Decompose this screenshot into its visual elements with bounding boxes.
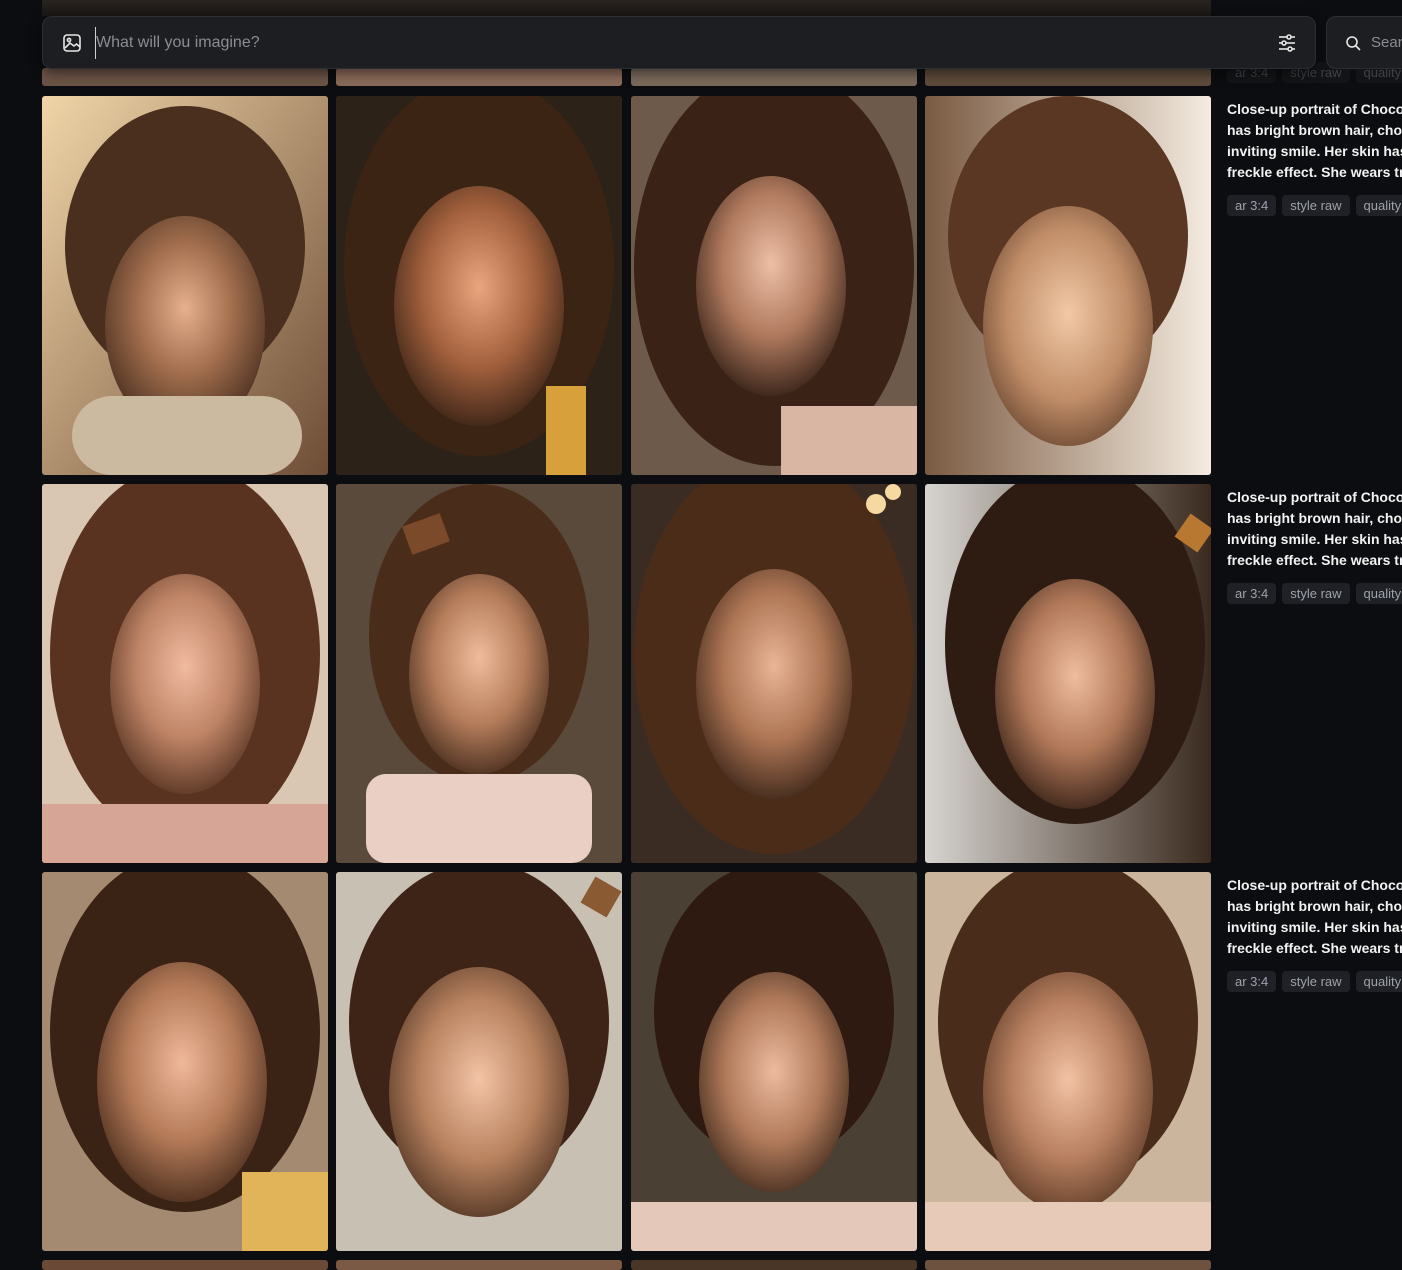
search-input[interactable] <box>1369 33 1402 52</box>
prompt-line[interactable]: inviting smile. Her skin has <box>1227 141 1402 162</box>
image-tile[interactable] <box>631 96 917 475</box>
image-tile[interactable] <box>336 96 622 475</box>
tag-style[interactable]: style raw <box>1282 971 1350 992</box>
image-tile[interactable] <box>925 484 1211 863</box>
prompt-line[interactable]: freckle effect. She wears tr <box>1227 550 1402 571</box>
tag-aspect-ratio[interactable]: ar 3:4 <box>1227 583 1277 604</box>
partial-image-tile[interactable] <box>631 68 917 86</box>
image-tile[interactable] <box>42 96 328 475</box>
prompt-block: Close-up portrait of Choco has bright br… <box>1227 875 1402 992</box>
tag-aspect-ratio[interactable]: ar 3:4 <box>1227 195 1277 216</box>
prompt-line[interactable]: Close-up portrait of Choco <box>1227 99 1402 120</box>
image-tile[interactable] <box>631 484 917 863</box>
tag-quality[interactable]: quality <box>1355 195 1402 216</box>
prompt-line[interactable]: has bright brown hair, choc <box>1227 896 1402 917</box>
image-icon[interactable] <box>61 32 83 54</box>
prompt-block: Close-up portrait of Choco has bright br… <box>1227 487 1402 604</box>
partial-image-tile[interactable] <box>631 1260 917 1270</box>
tag-quality[interactable]: quality <box>1355 971 1402 992</box>
prompt-line[interactable]: Close-up portrait of Choco <box>1227 875 1402 896</box>
prompt-line[interactable]: has bright brown hair, choc <box>1227 120 1402 141</box>
tag-quality[interactable]: quality <box>1355 583 1402 604</box>
prompt-line[interactable]: freckle effect. She wears tr <box>1227 162 1402 183</box>
partial-image-tile[interactable] <box>336 1260 622 1270</box>
search-icon[interactable] <box>1345 34 1361 52</box>
prompt-line[interactable]: has bright brown hair, choc <box>1227 508 1402 529</box>
image-tile[interactable] <box>42 872 328 1251</box>
prompt-line[interactable]: inviting smile. Her skin has <box>1227 917 1402 938</box>
prompt-tags: ar 3:4 style raw quality <box>1227 195 1402 216</box>
image-tile[interactable] <box>42 484 328 863</box>
prompt-tags: ar 3:4 style raw quality <box>1227 583 1402 604</box>
tag-style[interactable]: style raw <box>1282 583 1350 604</box>
settings-sliders-icon[interactable] <box>1275 31 1299 55</box>
partial-image-tile[interactable] <box>925 1260 1211 1270</box>
image-tile[interactable] <box>336 872 622 1251</box>
prompt-tags: ar 3:4 style raw quality <box>1227 971 1402 992</box>
gallery-page: ar 3:4 style raw quality What will you i… <box>0 0 1402 1270</box>
partial-image-tile[interactable] <box>42 1260 328 1270</box>
partial-image-row-top <box>42 0 1211 16</box>
image-tile[interactable] <box>336 484 622 863</box>
partial-image-tile[interactable] <box>42 68 328 86</box>
prompt-line[interactable]: freckle effect. She wears tr <box>1227 938 1402 959</box>
imagine-bar <box>42 16 1316 69</box>
partial-image-tile[interactable] <box>925 68 1211 86</box>
prompt-line[interactable]: inviting smile. Her skin has <box>1227 529 1402 550</box>
partial-image-tile[interactable] <box>336 68 622 86</box>
image-tile[interactable] <box>925 96 1211 475</box>
prompt-block: Close-up portrait of Choco has bright br… <box>1227 99 1402 216</box>
prompt-line[interactable]: Close-up portrait of Choco <box>1227 487 1402 508</box>
search-bar <box>1326 16 1402 69</box>
tag-style[interactable]: style raw <box>1282 195 1350 216</box>
imagine-prompt-input[interactable] <box>95 26 1275 59</box>
image-tile[interactable] <box>925 872 1211 1251</box>
image-tile[interactable] <box>631 872 917 1251</box>
tag-aspect-ratio[interactable]: ar 3:4 <box>1227 971 1277 992</box>
